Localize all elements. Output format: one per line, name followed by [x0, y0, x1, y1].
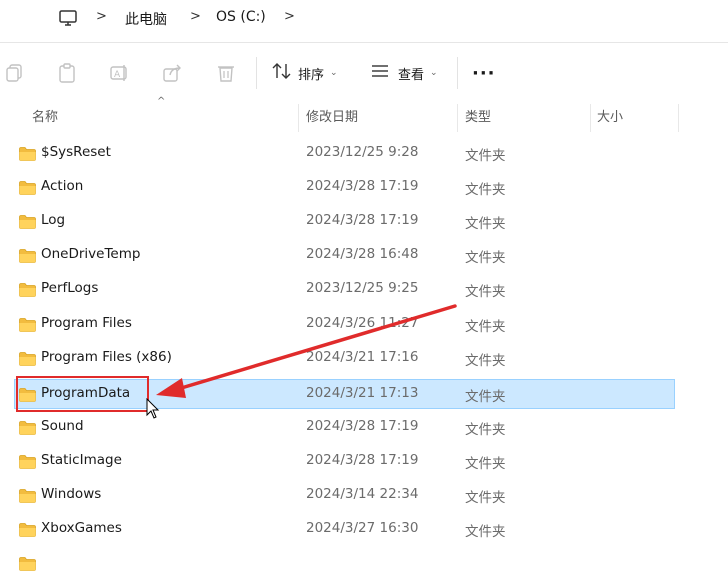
annotation-arrow-icon	[156, 304, 457, 398]
mouse-cursor-icon	[146, 398, 160, 419]
